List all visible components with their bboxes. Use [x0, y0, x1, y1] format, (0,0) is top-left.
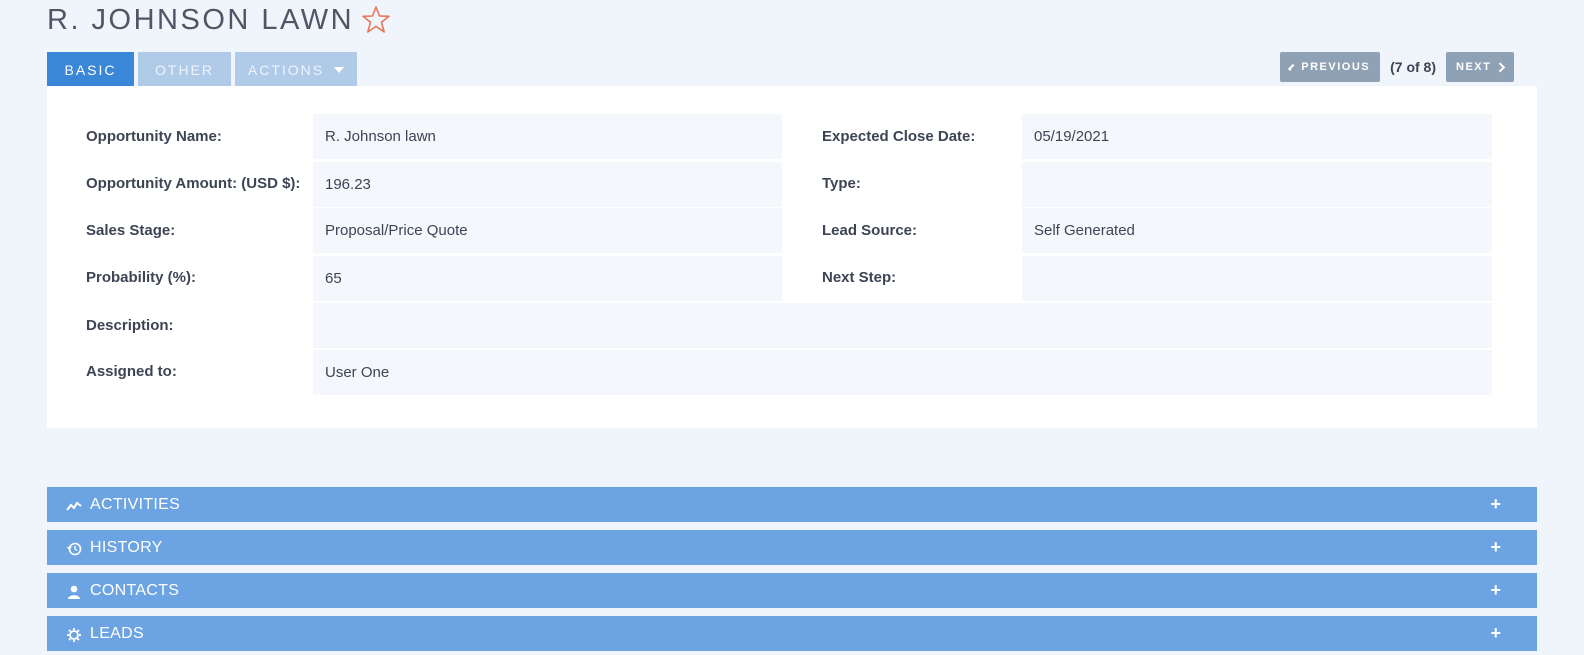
- assigned-to-value[interactable]: User One: [313, 350, 1492, 395]
- tab-other[interactable]: OTHER: [138, 52, 231, 87]
- chevron-left-icon: [1288, 63, 1296, 71]
- subpanel-contacts-label: CONTACTS: [90, 581, 180, 599]
- subpanel-history-label: HISTORY: [90, 538, 163, 556]
- subpanel-activities-label: ACTIVITIES: [90, 495, 181, 513]
- lead-source-value[interactable]: Self Generated: [1022, 208, 1492, 253]
- person-icon: [66, 583, 82, 599]
- expected-close-date-value[interactable]: 05/19/2021: [1022, 114, 1492, 159]
- sales-stage-label: Sales Stage:: [86, 222, 176, 239]
- caret-down-icon: [334, 66, 345, 73]
- type-value[interactable]: [1022, 162, 1492, 207]
- next-step-label: Next Step:: [822, 269, 897, 286]
- basic-detail-panel: Opportunity Name: R. Johnson lawn Expect…: [47, 86, 1537, 428]
- description-value[interactable]: [313, 303, 1492, 348]
- type-label: Type:: [822, 175, 861, 192]
- chevron-right-icon: [1495, 62, 1506, 72]
- tab-actions[interactable]: ACTIONS: [235, 52, 357, 87]
- description-label: Description:: [86, 317, 174, 334]
- favorite-star-icon[interactable]: [360, 4, 392, 36]
- subpanel-history[interactable]: HISTORY +: [47, 530, 1537, 565]
- previous-button[interactable]: PREVIOUS: [1280, 52, 1381, 82]
- next-label: NEXT: [1456, 61, 1492, 73]
- lead-source-label: Lead Source:: [822, 222, 918, 239]
- opportunity-amount-label: Opportunity Amount: (USD $):: [86, 175, 301, 192]
- activity-chart-icon: [66, 497, 82, 513]
- record-detail-view: R. JOHNSON LAWN BASIC OTHER ACTIONS PREV…: [0, 0, 1584, 655]
- next-step-value[interactable]: [1022, 256, 1492, 301]
- sales-stage-value[interactable]: Proposal/Price Quote: [313, 208, 782, 253]
- assigned-to-label: Assigned to:: [86, 363, 177, 380]
- subpanel-contacts[interactable]: CONTACTS +: [47, 573, 1537, 608]
- next-button[interactable]: NEXT: [1446, 52, 1514, 82]
- record-pager: PREVIOUS (7 of 8) NEXT: [1280, 52, 1514, 82]
- expand-plus-icon[interactable]: +: [1490, 580, 1501, 601]
- tab-basic[interactable]: BASIC: [47, 52, 134, 87]
- detail-tabs: BASIC OTHER ACTIONS: [47, 52, 357, 87]
- expand-plus-icon[interactable]: +: [1490, 494, 1501, 515]
- expected-close-date-label: Expected Close Date:: [822, 128, 976, 145]
- subpanel-leads-label: LEADS: [90, 624, 144, 642]
- expand-plus-icon[interactable]: +: [1490, 537, 1501, 558]
- probability-label: Probability (%):: [86, 269, 197, 286]
- expand-plus-icon[interactable]: +: [1490, 623, 1501, 644]
- gear-icon: [66, 626, 82, 642]
- page-title: R. JOHNSON LAWN: [47, 3, 355, 36]
- previous-label: PREVIOUS: [1301, 61, 1371, 73]
- subpanel-leads[interactable]: LEADS +: [47, 616, 1537, 651]
- probability-value[interactable]: 65: [313, 256, 782, 301]
- history-clock-icon: [66, 540, 82, 556]
- opportunity-name-label: Opportunity Name:: [86, 128, 222, 145]
- record-count: (7 of 8): [1390, 59, 1436, 75]
- tab-actions-label: ACTIONS: [247, 61, 325, 78]
- subpanel-activities[interactable]: ACTIVITIES +: [47, 487, 1537, 522]
- opportunity-name-value[interactable]: R. Johnson lawn: [313, 114, 782, 159]
- opportunity-amount-value[interactable]: 196.23: [313, 162, 782, 207]
- title-row: R. JOHNSON LAWN: [47, 0, 392, 40]
